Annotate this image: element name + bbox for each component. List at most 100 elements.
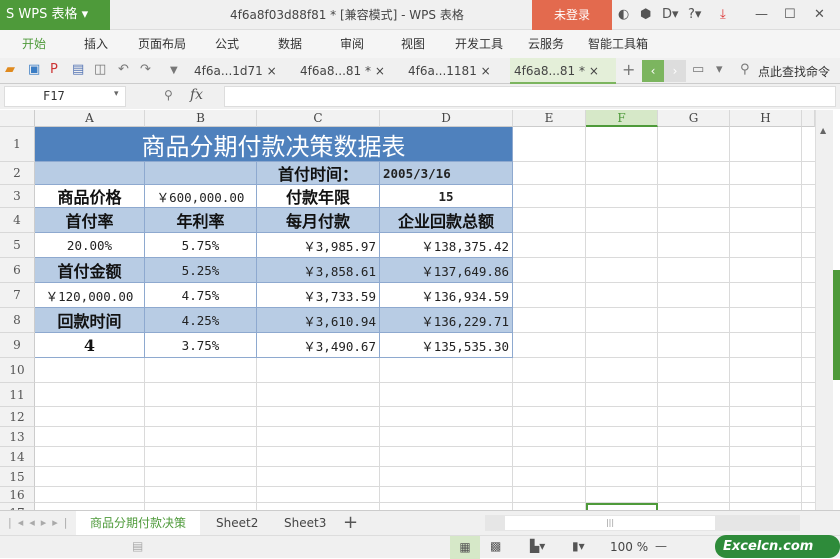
doc-tab-1[interactable]: 4f6a...1d71 × — [190, 58, 292, 84]
grid-cell[interactable] — [658, 447, 730, 467]
grid-cell[interactable] — [586, 208, 658, 233]
grid-cell[interactable] — [380, 427, 513, 447]
normal-view-icon[interactable]: ▦ — [450, 536, 480, 559]
grid-cell[interactable] — [586, 407, 658, 427]
grid-cell[interactable] — [513, 383, 586, 407]
grid-cell[interactable] — [730, 467, 802, 487]
minimize-icon[interactable]: — — [755, 7, 768, 22]
interest-rate[interactable]: 3.75% — [145, 333, 257, 358]
row-header-8[interactable]: 8 — [0, 308, 35, 333]
row-header-4[interactable]: 4 — [0, 208, 35, 233]
grid-cell[interactable] — [802, 283, 815, 308]
grid-cell[interactable] — [802, 407, 815, 427]
grid-cell[interactable] — [586, 162, 658, 185]
select-all-corner[interactable] — [0, 110, 35, 127]
grid-cell[interactable] — [658, 503, 730, 510]
grid-cell[interactable] — [513, 487, 586, 503]
column-header-G[interactable]: G — [658, 110, 730, 127]
doc-tab-3[interactable]: 4f6a...1181 × — [404, 58, 506, 84]
formula-input[interactable] — [224, 86, 836, 107]
zoom-level[interactable]: 100 % — [610, 540, 648, 554]
grid-cell[interactable] — [658, 162, 730, 185]
grid-cell[interactable] — [730, 283, 802, 308]
row-header-15[interactable]: 15 — [0, 467, 35, 487]
grid-cell[interactable] — [513, 283, 586, 308]
macro-icon[interactable]: ▤ — [132, 539, 143, 553]
years[interactable]: 15 — [380, 185, 513, 208]
menu-home[interactable]: 开始 — [22, 30, 46, 58]
zoom-formula-icon[interactable]: ⚲ — [164, 88, 173, 102]
grid-cell[interactable] — [802, 447, 815, 467]
menu-review[interactable]: 审阅 — [340, 30, 364, 58]
grid-cell[interactable] — [513, 467, 586, 487]
row-header-3[interactable]: 3 — [0, 185, 35, 208]
grid-cell[interactable] — [145, 358, 257, 383]
grid-cell[interactable] — [802, 487, 815, 503]
help-icon[interactable]: ?▾ — [688, 7, 701, 22]
namebox-dropdown-icon[interactable]: ▾ — [114, 89, 119, 99]
row-header-5[interactable]: 5 — [0, 233, 35, 258]
total-return[interactable]: ￥136,934.59 — [380, 283, 513, 308]
doc-tab-4-active[interactable]: 4f6a8...81 * × — [510, 58, 616, 84]
column-header-A[interactable]: A — [35, 110, 145, 127]
grid-cell[interactable] — [802, 185, 815, 208]
column-header-C[interactable]: C — [257, 110, 380, 127]
sheet-nav-icon[interactable]: |◂◂▸▸| — [8, 516, 74, 529]
total-return[interactable]: ￥137,649.86 — [380, 258, 513, 283]
grid-cell[interactable] — [145, 407, 257, 427]
grid-cell[interactable] — [730, 383, 802, 407]
column-header-B[interactable]: B — [145, 110, 257, 127]
interest-rate[interactable]: 5.75% — [145, 233, 257, 258]
grid-cell[interactable] — [145, 427, 257, 447]
menu-smart-tools[interactable]: 智能工具箱 — [588, 30, 648, 58]
monthly-payment[interactable]: ￥3,610.94 — [257, 308, 380, 333]
monthly-payment[interactable]: ￥3,733.59 — [257, 283, 380, 308]
fx-button[interactable]: fx — [190, 87, 203, 103]
grid-cell[interactable] — [730, 487, 802, 503]
open-icon[interactable]: ▰ — [5, 62, 15, 77]
down-rate[interactable]: 20.00% — [35, 233, 145, 258]
grid-cell[interactable] — [802, 503, 815, 510]
grid-cell[interactable] — [145, 487, 257, 503]
cell-B2[interactable] — [145, 162, 257, 185]
grid-cell[interactable] — [586, 487, 658, 503]
spreadsheet-grid[interactable]: ABCDEFGH1234567891011121314151617商品分期付款决… — [0, 110, 815, 510]
maximize-icon[interactable]: ☐ — [784, 7, 796, 22]
grid-cell[interactable] — [802, 333, 815, 358]
grid-cell[interactable] — [380, 358, 513, 383]
grid-cell[interactable] — [802, 427, 815, 447]
cell-A2[interactable] — [35, 162, 145, 185]
tab-left-icon[interactable]: ‹ — [642, 60, 664, 82]
name-box[interactable]: F17 — [4, 86, 126, 107]
row-header-6[interactable]: 6 — [0, 258, 35, 283]
monthly-payment[interactable]: ￥3,985.97 — [257, 233, 380, 258]
grid-cell[interactable] — [730, 427, 802, 447]
return-time-label[interactable]: 回款时间 — [35, 308, 145, 333]
grid-cell[interactable] — [658, 333, 730, 358]
grid-cell[interactable] — [658, 308, 730, 333]
row-header-7[interactable]: 7 — [0, 283, 35, 308]
grid-cell[interactable] — [586, 185, 658, 208]
page-break-view-icon[interactable]: ▩ — [490, 539, 501, 553]
grid-cell[interactable] — [658, 487, 730, 503]
grid-cell[interactable] — [513, 233, 586, 258]
side-panel-toggle[interactable] — [833, 270, 840, 380]
grid-cell[interactable] — [658, 233, 730, 258]
grid-cell[interactable] — [586, 258, 658, 283]
grid-cell[interactable] — [802, 233, 815, 258]
price-label[interactable]: 商品价格 — [35, 185, 145, 208]
scroll-thumb[interactable]: ||| — [505, 516, 715, 530]
years-label[interactable]: 付款年限 — [257, 185, 380, 208]
grid-cell[interactable] — [802, 127, 815, 162]
grid-cell[interactable] — [586, 447, 658, 467]
column-header-F[interactable]: F — [586, 110, 658, 127]
grid-cell[interactable] — [586, 308, 658, 333]
grid-cell[interactable] — [35, 358, 145, 383]
grid-cell[interactable] — [380, 503, 513, 510]
sheet-tab-2[interactable]: Sheet2 — [202, 511, 272, 536]
grid-cell[interactable] — [257, 383, 380, 407]
grid-cell[interactable] — [730, 127, 802, 162]
column-header-D[interactable]: D — [380, 110, 513, 127]
menu-formulas[interactable]: 公式 — [215, 30, 239, 58]
grid-cell[interactable] — [730, 233, 802, 258]
